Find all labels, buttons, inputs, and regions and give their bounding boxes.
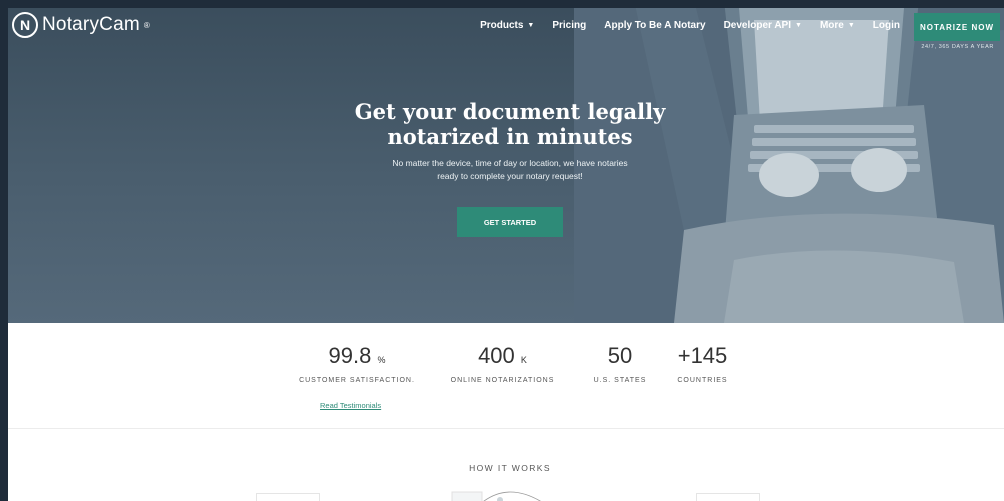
notary-logo-icon: N [12, 12, 38, 38]
cta-availability-text: 24/7, 365 DAYS A YEAR [921, 44, 994, 50]
get-started-button[interactable]: GET STARTED [457, 207, 563, 237]
stat-satisfaction-label: CUSTOMER SATISFACTION. [299, 377, 415, 384]
main-nav: Products ▼ Pricing Apply To Be A Notary … [462, 20, 900, 31]
hero-subtitle-line1: No matter the device, time of day or loc… [392, 158, 628, 168]
stat-value: +145 [670, 343, 735, 369]
brand-logo[interactable]: N NotaryCam ® [12, 12, 150, 38]
stat-countries-value: +145 [677, 343, 728, 368]
hero-title: Get your document legally notarized in m… [320, 99, 700, 149]
stat-states-value: 50 [607, 343, 633, 368]
top-navigation: N NotaryCam ® Products ▼ Pricing Apply T… [8, 8, 1004, 54]
stat-countries-label: COUNTRIES [677, 377, 728, 384]
stat-notarizations-value: 400 [478, 343, 515, 368]
nav-apply-label: Apply To Be A Notary [604, 20, 706, 31]
step-illustration [451, 491, 541, 501]
chevron-down-icon: ▼ [795, 22, 802, 29]
nav-more-label: More [819, 20, 844, 31]
nav-pricing[interactable]: Pricing [552, 20, 586, 31]
nav-products-label: Products [480, 20, 524, 31]
nav-pricing-label: Pricing [552, 20, 587, 31]
browser-page: N NotaryCam ® Products ▼ Pricing Apply T… [8, 8, 1004, 501]
hero-title-line1: Get your document legally [354, 99, 666, 124]
nav-login[interactable]: Login [873, 20, 900, 31]
hero-title-line2: notarized in minutes [387, 124, 633, 149]
stat-satisfaction-unit: % [377, 355, 386, 365]
window-frame: N NotaryCam ® Products ▼ Pricing Apply T… [0, 0, 1004, 501]
stats-section: 99.8 % CUSTOMER SATISFACTION. 400 K ONLI… [8, 323, 1004, 428]
hero-subtitle: No matter the device, time of day or loc… [360, 157, 660, 183]
brand-name: NotaryCam [42, 14, 140, 35]
read-testimonials-link[interactable]: Read Testimonials [320, 401, 381, 410]
stat-notarizations: 400 K ONLINE NOTARIZATIONS [445, 343, 560, 384]
nav-login-label: Login [872, 20, 900, 31]
stat-states-label: U.S. STATES [593, 377, 647, 384]
nav-developer-label: Developer API [723, 20, 791, 31]
stat-countries: +145 COUNTRIES [670, 343, 735, 384]
section-divider [8, 428, 1004, 429]
stat-satisfaction: 99.8 % CUSTOMER SATISFACTION. [297, 343, 417, 384]
chevron-down-icon: ▼ [847, 22, 855, 29]
stat-notarizations-label: ONLINE NOTARIZATIONS [450, 377, 555, 384]
nav-products[interactable]: Products ▼ [480, 20, 534, 31]
stat-value: 50 [585, 343, 655, 369]
stat-satisfaction-value: 99.8 [328, 343, 372, 368]
stat-value: 400 K [445, 343, 560, 369]
step-card [256, 493, 320, 501]
hero-subtitle-line2: ready to complete your notary request! [437, 171, 583, 181]
nav-developer-api[interactable]: Developer API ▼ [724, 20, 802, 31]
how-it-works-heading: HOW IT WORKS [469, 463, 551, 473]
stat-value: 99.8 % [297, 343, 417, 369]
registered-mark: ® [143, 20, 150, 30]
nav-apply-notary[interactable]: Apply To Be A Notary [604, 20, 705, 31]
nav-more[interactable]: More ▼ [820, 20, 855, 31]
notarize-now-button[interactable]: NOTARIZE NOW [914, 13, 1000, 41]
stat-states: 50 U.S. STATES [585, 343, 655, 384]
stat-notarizations-unit: K [520, 355, 527, 365]
step-card [696, 493, 760, 501]
chevron-down-icon: ▼ [527, 22, 535, 29]
hero-section: N NotaryCam ® Products ▼ Pricing Apply T… [8, 8, 1004, 323]
